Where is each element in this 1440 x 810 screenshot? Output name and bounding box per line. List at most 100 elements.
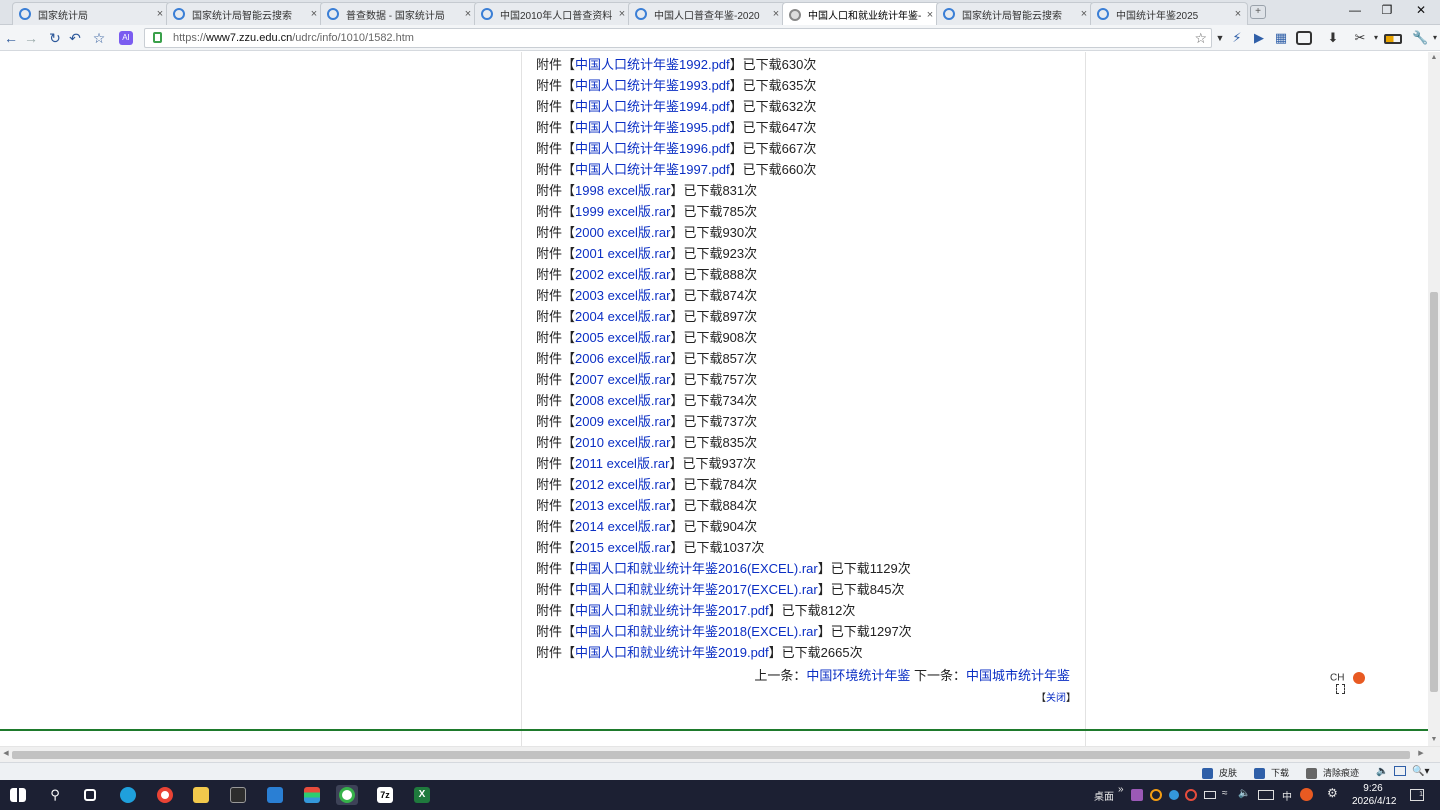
vertical-scroll-thumb[interactable] <box>1430 292 1438 692</box>
skin-button[interactable]: 皮肤 <box>1202 766 1237 780</box>
scroll-left-arrow-icon[interactable]: ◀ <box>1 749 11 761</box>
volume-icon[interactable]: 🔈 <box>1376 766 1388 777</box>
chrome-icon[interactable] <box>154 785 176 805</box>
attachment-link[interactable]: 2008 excel版.rar <box>575 393 670 408</box>
forward-icon[interactable]: → <box>22 29 40 47</box>
download-icon[interactable]: ⬇ <box>1325 30 1341 46</box>
favorite-star-icon[interactable]: ☆ <box>90 29 108 47</box>
ime-mode-indicator[interactable]: 中 <box>1282 788 1292 803</box>
scroll-up-arrow-icon[interactable]: ▲ <box>1428 54 1440 64</box>
attachment-link[interactable]: 1998 excel版.rar <box>575 183 670 198</box>
tray-app-icon-3[interactable] <box>1169 790 1179 800</box>
attachment-link[interactable]: 2009 excel版.rar <box>575 414 670 429</box>
attachment-link[interactable]: 中国人口和就业统计年鉴2017(EXCEL).rar <box>575 582 818 597</box>
attachment-link[interactable]: 1999 excel版.rar <box>575 204 670 219</box>
browser-tab[interactable]: 中国2010年人口普查资料 × <box>474 2 632 25</box>
address-field[interactable]: https://www7.zzu.edu.cn/udrc/info/1010/1… <box>144 28 1212 48</box>
settings-gear-icon[interactable]: ⚙ <box>1327 786 1338 800</box>
attachment-link[interactable]: 2015 excel版.rar <box>575 540 670 555</box>
sogou-tray-icon[interactable] <box>1300 788 1313 801</box>
attachment-link[interactable]: 中国人口统计年鉴1996.pdf <box>575 141 730 156</box>
battery-saver-icon[interactable] <box>1384 34 1402 44</box>
attachment-link[interactable]: 2012 excel版.rar <box>575 477 670 492</box>
attachment-link[interactable]: 2013 excel版.rar <box>575 498 670 513</box>
attachment-link[interactable]: 2004 excel版.rar <box>575 309 670 324</box>
screen-icon[interactable] <box>1394 766 1406 776</box>
fullscreen-icon[interactable] <box>1336 684 1345 695</box>
desktop-toolbar-label[interactable]: 桌面 <box>1094 788 1114 803</box>
zoom-icon[interactable]: 🔍▾ <box>1412 766 1429 777</box>
restore-button[interactable]: ❐ <box>1370 0 1404 20</box>
tab-close-icon[interactable]: × <box>1229 8 1247 20</box>
app-icon[interactable] <box>301 785 323 805</box>
attachment-link[interactable]: 2007 excel版.rar <box>575 372 670 387</box>
attachment-link[interactable]: 2000 excel版.rar <box>575 225 670 240</box>
sogou-icon[interactable] <box>1353 672 1366 684</box>
browser-tab[interactable]: 国家统计局 × <box>12 2 170 25</box>
horizontal-scroll-thumb[interactable] <box>12 751 1410 759</box>
download-status-button[interactable]: 下载 <box>1254 766 1289 780</box>
attachment-link[interactable]: 2005 excel版.rar <box>575 330 670 345</box>
attachment-link[interactable]: 2010 excel版.rar <box>575 435 670 450</box>
attachment-link[interactable]: 中国人口统计年鉴1995.pdf <box>575 120 730 135</box>
play-icon[interactable]: ▶ <box>1251 30 1267 46</box>
clear-traces-button[interactable]: 清除痕迹 <box>1306 766 1359 780</box>
attachment-link[interactable]: 中国人口统计年鉴1992.pdf <box>575 57 730 72</box>
scissors-dropdown-icon[interactable]: ▾ <box>1368 30 1384 46</box>
scissors-icon[interactable]: ✂ <box>1352 30 1368 46</box>
horizontal-scrollbar[interactable]: ◀ ▶ <box>0 746 1440 762</box>
prev-article-link[interactable]: 中国环境统计年鉴 <box>806 668 910 683</box>
attachment-link[interactable]: 中国人口和就业统计年鉴2017.pdf <box>575 603 769 618</box>
attachment-link[interactable]: 2006 excel版.rar <box>575 351 670 366</box>
browser-tab[interactable]: 中国人口普查年鉴-2020 × <box>628 2 786 25</box>
ai-assistant-icon[interactable]: AI <box>119 31 133 45</box>
scroll-down-arrow-icon[interactable]: ▼ <box>1428 736 1440 746</box>
excel-icon[interactable]: X <box>411 785 433 805</box>
wifi-icon[interactable]: ≈ <box>1222 788 1228 799</box>
attachment-link[interactable]: 中国人口统计年鉴1994.pdf <box>575 99 730 114</box>
start-button[interactable] <box>7 785 29 805</box>
attachment-link[interactable]: 中国人口统计年鉴1997.pdf <box>575 162 730 177</box>
chevron-icon[interactable]: » <box>1118 784 1124 795</box>
new-tab-button[interactable]: + <box>1250 5 1266 19</box>
keyboard-icon[interactable] <box>1258 790 1274 800</box>
attachment-link[interactable]: 2001 excel版.rar <box>575 246 670 261</box>
attachment-link[interactable]: 2014 excel版.rar <box>575 519 670 534</box>
attachment-link[interactable]: 中国人口和就业统计年鉴2019.pdf <box>575 645 769 660</box>
attachment-link[interactable]: 中国人口和就业统计年鉴2016(EXCEL).rar <box>575 561 818 576</box>
notification-center-icon[interactable]: 1 <box>1410 789 1424 801</box>
attachment-link[interactable]: 2002 excel版.rar <box>575 267 670 282</box>
browser-360-icon[interactable] <box>336 785 358 805</box>
file-explorer-icon[interactable] <box>190 785 212 805</box>
tools-wrench-icon[interactable]: 🔧 <box>1412 30 1428 46</box>
window-capture-icon[interactable] <box>1296 31 1312 45</box>
task-view-icon[interactable] <box>79 785 101 805</box>
tray-app-icon-2[interactable] <box>1150 789 1162 801</box>
address-dropdown-icon[interactable]: ▼ <box>1212 30 1228 46</box>
battery-icon[interactable] <box>1204 791 1216 799</box>
floating-ime-toolbar[interactable]: CH <box>1330 672 1378 695</box>
search-icon[interactable]: ⚲ <box>44 785 66 805</box>
speaker-icon[interactable]: 🔈 <box>1238 788 1250 799</box>
system-clock[interactable]: 9:26 2026/4/12 <box>1352 782 1397 808</box>
refresh-icon[interactable]: ↻ <box>46 29 64 47</box>
terminal-icon[interactable] <box>227 785 249 805</box>
vscode-icon[interactable] <box>264 785 286 805</box>
undo-icon[interactable]: ↶ <box>66 29 84 47</box>
close-window-button[interactable]: ✕ <box>1404 0 1438 20</box>
edge-icon[interactable] <box>117 785 139 805</box>
vertical-scrollbar[interactable]: ▲ ▼ <box>1428 52 1440 746</box>
tray-app-icon-1[interactable] <box>1131 789 1143 801</box>
attachment-link[interactable]: 2003 excel版.rar <box>575 288 670 303</box>
browser-tab[interactable]: 国家统计局智能云搜索 × <box>936 2 1094 25</box>
apps-grid-icon[interactable]: ▦ <box>1273 30 1289 46</box>
lightning-icon[interactable]: ⚡ <box>1229 30 1245 46</box>
back-icon[interactable]: ← <box>2 29 20 47</box>
tools-dropdown-icon[interactable]: ▾ <box>1427 30 1440 46</box>
browser-tab[interactable]: 中国统计年鉴2025 × <box>1090 2 1248 25</box>
attachment-link[interactable]: 2011 excel版.rar <box>575 456 669 471</box>
tray-sync-icon[interactable] <box>1185 789 1197 801</box>
attachment-link[interactable]: 中国人口和就业统计年鉴2018(EXCEL).rar <box>575 624 818 639</box>
browser-tab[interactable]: 普查数据 - 国家统计局 × <box>320 2 478 25</box>
bookmark-star-icon[interactable]: ☆ <box>1194 29 1207 47</box>
